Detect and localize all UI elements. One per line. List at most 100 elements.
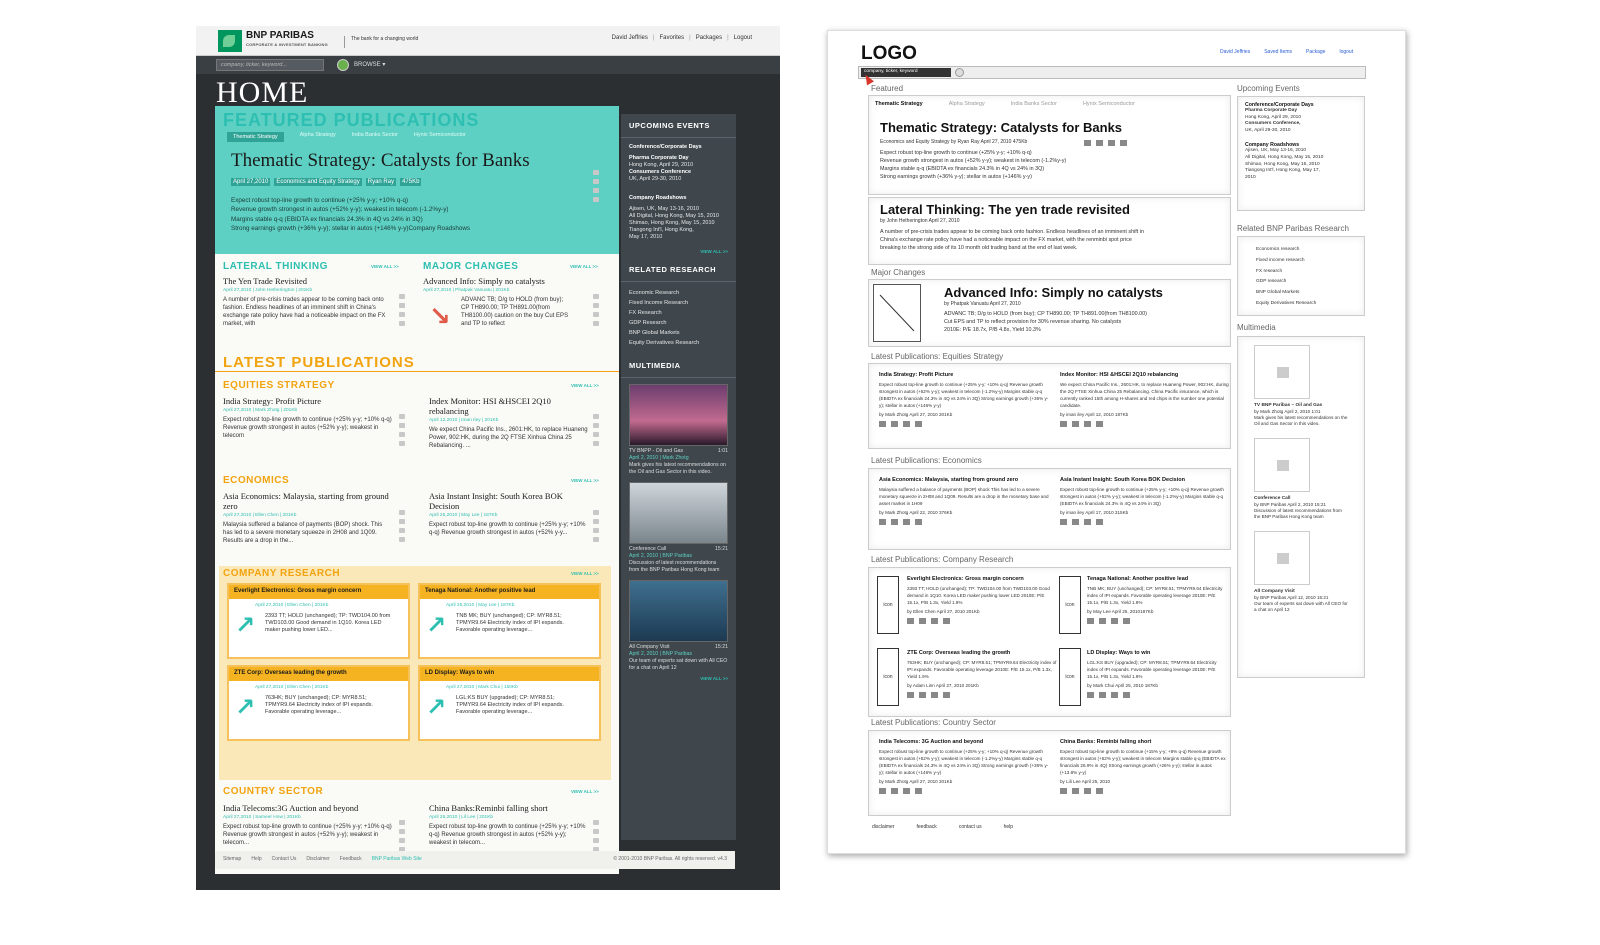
search-input[interactable]: company, ticker, keyword... <box>216 59 324 71</box>
wire-country-box: India Telecoms: 3G Auction and beyond Exp… <box>868 730 1231 816</box>
video-thumbnail-placeholder[interactable] <box>1254 531 1310 585</box>
equities-icons-2[interactable] <box>593 414 601 446</box>
media-caption-1: TV BNPP - Oil and Gas 1:01 April 2, 2010 |… <box>629 448 728 475</box>
featured-section: FEATURED PUBLICATIONS Thematic Strategy … <box>215 106 619 254</box>
up-arrow-icon: ↗ <box>235 693 256 721</box>
video-thumbnail-oil-gas[interactable] <box>629 384 728 446</box>
up-arrow-icon: ↗ <box>426 693 447 721</box>
down-arrow-icon <box>873 284 921 342</box>
brand-sub: CORPORATE & INVESTMENT BANKING <box>246 42 328 47</box>
media-caption-2: Conference Call 15:21 April 2, 2010 | BNP … <box>629 546 728 573</box>
up-arrow-icon: ↗ <box>235 611 256 639</box>
economics-article-2[interactable]: Asia Instant Insight: South Korea BOK De… <box>429 491 589 537</box>
right-sidebar: UPCOMING EVENTS Conference/Corporate Day… <box>621 114 736 840</box>
tab-alpha[interactable]: Alpha Strategy <box>300 132 336 142</box>
wire-company-box: icon Everlight Electronics: Gross margin… <box>868 567 1231 717</box>
bnp-logo-icon[interactable] <box>218 30 242 52</box>
wire-top-links: David Jeffries Saved Items Package logout <box>1220 49 1354 55</box>
main-content: FEATURED PUBLICATIONS Thematic Strategy … <box>215 106 619 874</box>
roadshow-list[interactable]: Ajisen, UK, May 13-16, 2010 All Digital, … <box>621 204 736 243</box>
country-view-all[interactable]: VIEW ALL >> <box>571 789 599 794</box>
wire-lateral-box: Lateral Thinking: The yen trade revisite… <box>868 197 1231 265</box>
featured-title[interactable]: Thematic Strategy: Catalysts for Banks <box>231 150 530 172</box>
major-icons[interactable] <box>593 294 601 326</box>
economics-icons-1[interactable] <box>399 510 407 542</box>
link-favorites[interactable]: Favorites <box>659 35 684 41</box>
page-title: HOME <box>216 76 309 109</box>
roadshows-title: Company Roadshows <box>629 195 687 201</box>
nav-bar: company, ticker, keyword... BROWSE ▾ <box>196 56 780 74</box>
globe-icon[interactable] <box>955 68 964 77</box>
country-heading: COUNTRY SECTOR <box>223 786 324 797</box>
tab-hynix[interactable]: Hynix Semiconductor <box>414 132 466 142</box>
video-thumbnail-placeholder[interactable] <box>1254 345 1310 399</box>
browse-button[interactable]: BROWSE ▾ <box>354 61 385 68</box>
equities-icons-1[interactable] <box>399 414 407 446</box>
latest-heading: LATEST PUBLICATIONS <box>223 354 415 371</box>
media-caption-3: All Company Visit 15:21 April 2, 2010 | BN… <box>629 644 728 671</box>
country-article-2[interactable]: China Banks:Reminbi falling short April 2… <box>429 803 589 847</box>
equities-view-all[interactable]: VIEW ALL >> <box>571 383 599 388</box>
brand-name: BNP PARIBAS <box>246 30 314 41</box>
company-card-4[interactable]: LD Display: Ways to win April 27,2010 | M… <box>418 665 601 741</box>
country-icons-2[interactable] <box>593 820 601 852</box>
company-card-3[interactable]: ZTE Corp: Overseas leading the growth Apr… <box>227 665 410 741</box>
company-heading: COMPANY RESEARCH <box>223 568 341 579</box>
link-user[interactable]: David Jeffries <box>612 35 648 41</box>
featured-tabs: Thematic Strategy Alpha Strategy India B… <box>227 132 466 142</box>
wire-events-box[interactable]: Conference/Corporate Days Pharma Corpora… <box>1237 96 1365 211</box>
placeholder-icon: icon <box>877 648 899 706</box>
featured-action-icons[interactable] <box>593 170 601 202</box>
events-heading: UPCOMING EVENTS <box>621 114 736 138</box>
research-heading: RELATED RESEARCH <box>621 258 736 282</box>
company-view-all[interactable]: VIEW ALL >> <box>571 571 599 576</box>
top-bar: BNP PARIBAS CORPORATE & INVESTMENT BANKI… <box>196 26 780 56</box>
wire-featured-title[interactable]: Thematic Strategy: Catalysts for Banks <box>880 120 1122 135</box>
events-title: Conference/Corporate Days <box>629 144 702 150</box>
country-icons-1[interactable] <box>399 820 407 852</box>
featured-body: Expect robust top-line growth to continu… <box>231 197 471 233</box>
footer: Sitemap Help Contact Us Disclaimer Feedback B… <box>215 851 735 869</box>
wireframe-panel: LOGO David Jeffries Saved Items Package log… <box>827 30 1406 854</box>
top-links: David Jeffries | Favorites | Packages | Log… <box>611 35 752 41</box>
multimedia-view-all[interactable]: VIEW ALL >> <box>621 672 736 685</box>
company-card-2[interactable]: Tenaga National: Another positive lead Ap… <box>418 583 601 659</box>
lateral-icons[interactable] <box>399 294 407 326</box>
logo: LOGO <box>861 43 917 64</box>
video-thumbnail-placeholder[interactable] <box>1254 438 1310 492</box>
wire-action-icons[interactable] <box>1084 140 1127 146</box>
equities-article-2[interactable]: Index Monitor: HSI &HSCEI 2Q10 rebalanci… <box>429 396 589 450</box>
wire-research-box: Economics research Fixed income research F… <box>1237 236 1365 316</box>
major-heading: MAJOR CHANGES <box>423 261 519 272</box>
economics-icons-2[interactable] <box>593 510 601 542</box>
economics-article-1[interactable]: Asia Economics: Malaysia, starting from … <box>223 491 393 545</box>
event-list[interactable]: Pharma Corporate Day Hong Kong, April 29,… <box>621 153 736 185</box>
lateral-view-all[interactable]: VIEW ALL >> <box>371 264 399 269</box>
wire-multimedia-box: TV BNP Paribas – Oil and Gas by Mark Zhot… <box>1237 336 1365 678</box>
brand-tagline: The bank for a changing world <box>344 36 418 48</box>
lateral-heading: LATERAL THINKING <box>223 261 328 272</box>
wire-major-box: Advanced Info: Simply no catalysts by Ph… <box>868 279 1231 347</box>
events-view-all[interactable]: VIEW ALL >> <box>621 243 736 258</box>
tab-thematic[interactable]: Thematic Strategy <box>227 132 284 142</box>
economics-view-all[interactable]: VIEW ALL >> <box>571 478 599 483</box>
wire-economics-box: Asia Economics: Malaysia, starting from … <box>868 468 1231 550</box>
link-logout[interactable]: Logout <box>734 35 752 41</box>
major-view-all[interactable]: VIEW ALL >> <box>570 264 598 269</box>
copyright: © 2001-2010 BNP Paribas. All rights rese… <box>613 856 727 862</box>
equities-article-1[interactable]: India Strategy: Profit Picture April 27,2… <box>223 396 393 440</box>
wire-equities-box: India Strategy: Profit Picture Expect rob… <box>868 363 1231 449</box>
wire-search-input[interactable]: company, ticker, keyword <box>861 68 951 77</box>
video-thumbnail-conference[interactable] <box>629 482 728 544</box>
placeholder-icon: icon <box>1059 648 1081 706</box>
wire-footer: disclaimer feedback contact us help <box>872 824 1014 830</box>
design-mockup-panel: BNP PARIBAS CORPORATE & INVESTMENT BANKI… <box>196 26 780 890</box>
wire-featured-body: Expect robust top-line growth to continu… <box>880 150 1067 180</box>
video-thumbnail-company-visit[interactable] <box>629 580 728 642</box>
lateral-article[interactable]: The Yen Trade Revisited April 27,2010 | J… <box>223 276 403 328</box>
tab-india-banks[interactable]: India Banks Sector <box>352 132 398 142</box>
globe-icon[interactable] <box>337 59 349 71</box>
country-article-1[interactable]: India Telecoms:3G Auction and beyond Apri… <box>223 803 393 847</box>
company-card-1[interactable]: Everlight Electronics: Gross margin conc… <box>227 583 410 659</box>
link-packages[interactable]: Packages <box>696 35 722 41</box>
